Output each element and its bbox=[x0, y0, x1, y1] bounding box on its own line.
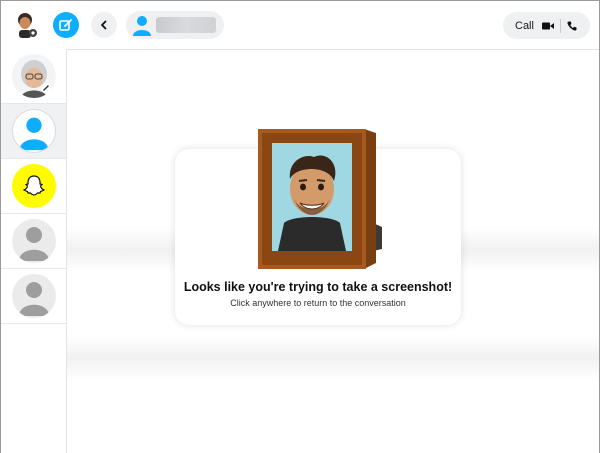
video-call-icon[interactable] bbox=[541, 21, 554, 31]
notice-subtitle: Click anywhere to return to the conversa… bbox=[230, 298, 406, 308]
back-button[interactable] bbox=[91, 12, 117, 38]
blurred-message-band bbox=[67, 336, 599, 380]
snapchat-ghost-avatar bbox=[11, 164, 56, 208]
sidebar-item-gray-contact[interactable] bbox=[1, 214, 66, 269]
bitmoji-avatar bbox=[11, 54, 56, 98]
contact-name-redacted bbox=[156, 17, 216, 33]
sidebar-item-blue-contact[interactable] bbox=[1, 104, 66, 159]
notice-title: Looks like you're trying to take a scree… bbox=[183, 280, 453, 294]
default-avatar-gray bbox=[11, 274, 56, 318]
contact-avatar bbox=[131, 14, 153, 36]
new-chat-button[interactable] bbox=[53, 12, 79, 38]
sidebar-item-bitmoji-friend[interactable] bbox=[1, 49, 66, 104]
default-avatar-gray bbox=[11, 219, 56, 263]
call-button[interactable]: Call bbox=[515, 20, 534, 32]
snapchat-ghost-icon bbox=[22, 175, 45, 196]
compose-icon bbox=[59, 19, 72, 31]
default-avatar-blue bbox=[11, 109, 56, 153]
sidebar-item-team-snapchat[interactable] bbox=[1, 159, 66, 214]
conversation-contact-header[interactable] bbox=[126, 11, 224, 39]
divider bbox=[559, 18, 561, 33]
my-bitmoji-avatar[interactable] bbox=[13, 11, 39, 39]
top-bar: Call bbox=[1, 1, 599, 49]
picture-frame-bitmoji-illustration bbox=[252, 127, 386, 275]
chevron-left-icon bbox=[101, 20, 107, 30]
app-window: Call Looks like you're trying to take a … bbox=[0, 0, 600, 453]
call-controls: Call bbox=[503, 12, 590, 39]
conversation-sidebar bbox=[1, 49, 67, 453]
phone-call-icon[interactable] bbox=[567, 21, 577, 31]
sidebar-item-gray-contact[interactable] bbox=[1, 269, 66, 324]
